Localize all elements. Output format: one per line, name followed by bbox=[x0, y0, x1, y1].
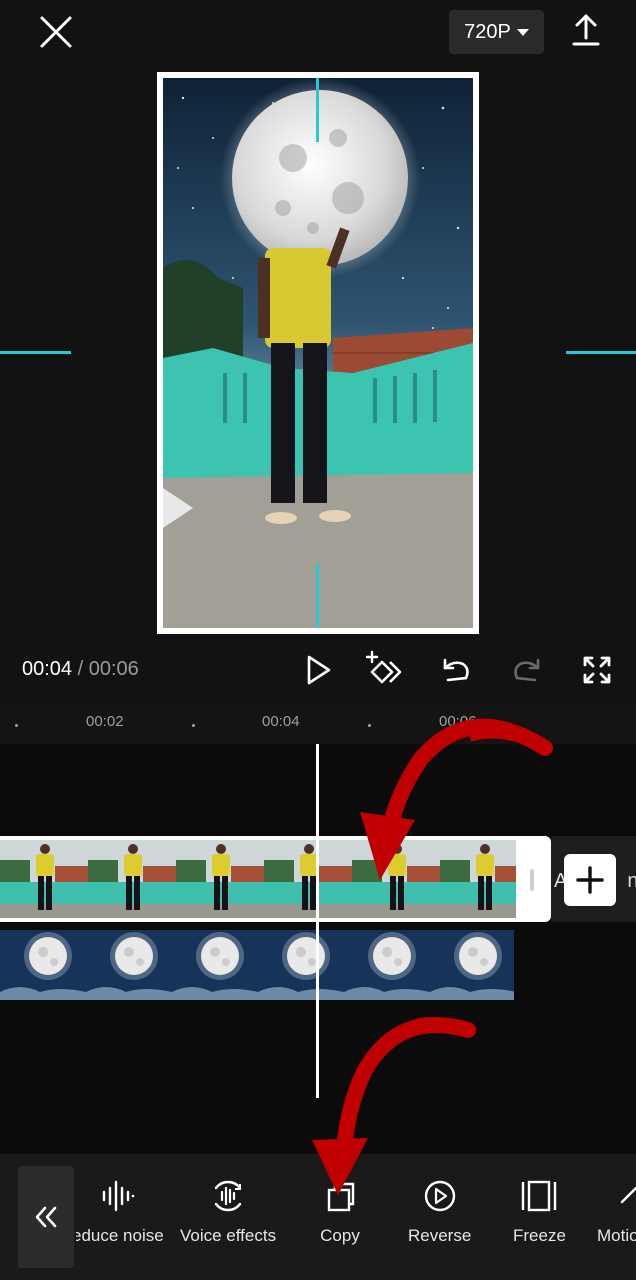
ruler-label: 00:04 bbox=[262, 713, 300, 730]
play-icon bbox=[307, 655, 331, 685]
tool-motion[interactable]: Motio bbox=[597, 1178, 636, 1246]
tool-label: educe noise bbox=[76, 1226, 164, 1245]
time-separator: / bbox=[72, 658, 89, 680]
preview-image bbox=[163, 78, 473, 628]
caret-down-icon bbox=[516, 28, 529, 36]
tool-reduce-noise[interactable]: educe noise bbox=[76, 1178, 164, 1246]
overlay-frame-thumbnail bbox=[0, 930, 86, 1000]
overlay-frame-thumbnail bbox=[172, 930, 258, 1000]
tool-label: Voice effects bbox=[180, 1226, 277, 1245]
overlay-clip-track[interactable] bbox=[0, 930, 514, 1000]
timecode: 00:04 / 00:06 bbox=[22, 658, 139, 681]
playhead[interactable] bbox=[316, 744, 319, 1098]
ruler-dot bbox=[368, 724, 371, 727]
double-chevron-left-icon bbox=[35, 1206, 57, 1228]
overlay-frame-thumbnail bbox=[430, 930, 514, 1000]
back-button[interactable] bbox=[18, 1166, 74, 1268]
overlay-frame-thumbnail bbox=[344, 930, 430, 1000]
overlay-frame-thumbnail bbox=[86, 930, 172, 1000]
tool-reverse[interactable]: Reverse bbox=[408, 1178, 471, 1246]
resolution-label: 720P bbox=[464, 20, 511, 43]
close-icon bbox=[40, 16, 72, 48]
reverse-icon bbox=[424, 1180, 455, 1212]
top-bar: 720P bbox=[0, 0, 636, 66]
tool-label: Freeze bbox=[513, 1226, 566, 1245]
video-frame-thumbnail bbox=[88, 840, 176, 918]
keyframe-add-icon bbox=[365, 650, 402, 684]
alignment-guide-left bbox=[0, 351, 71, 354]
alignment-guide-bottom bbox=[316, 563, 319, 627]
tool-freeze[interactable]: Freeze bbox=[513, 1178, 566, 1246]
video-frame-thumbnail bbox=[0, 840, 88, 918]
resolution-dropdown[interactable]: 720P bbox=[449, 10, 544, 54]
undo-icon bbox=[443, 658, 469, 682]
fullscreen-icon bbox=[583, 656, 611, 684]
ruler-dot bbox=[192, 724, 195, 727]
upload-icon bbox=[572, 14, 600, 46]
clip-trim-handle[interactable] bbox=[530, 869, 534, 891]
voice-effects-icon bbox=[214, 1180, 242, 1212]
toolbar-scroller[interactable]: educe noise Voice effects Copy Reverse F… bbox=[76, 1154, 636, 1280]
tool-label: Motio bbox=[597, 1226, 636, 1245]
add-clip-button[interactable] bbox=[564, 854, 616, 906]
ruler-label: 00:06 bbox=[439, 713, 477, 730]
video-frame-thumbnail bbox=[440, 840, 516, 918]
video-preview[interactable] bbox=[157, 72, 479, 634]
overlay-frame-thumbnail bbox=[258, 930, 344, 1000]
tool-label: Reverse bbox=[408, 1226, 472, 1245]
duration: 00:06 bbox=[88, 658, 139, 680]
main-video-track[interactable] bbox=[0, 836, 551, 922]
play-button[interactable] bbox=[298, 650, 338, 690]
reduce-noise-icon bbox=[102, 1180, 135, 1212]
tool-voice-effects[interactable]: Voice effects bbox=[180, 1178, 276, 1246]
timeline[interactable]: And bbox=[0, 744, 636, 1154]
ruler-label: 00:02 bbox=[86, 713, 124, 730]
video-frame-thumbnail bbox=[176, 840, 264, 918]
plus-icon bbox=[576, 866, 604, 894]
bottom-toolbar: educe noise Voice effects Copy Reverse F… bbox=[0, 1154, 636, 1280]
export-button[interactable] bbox=[566, 10, 606, 50]
time-ruler[interactable]: 00:02 00:04 00:06 bbox=[0, 704, 636, 744]
close-button[interactable] bbox=[36, 12, 76, 52]
ruler-dot bbox=[15, 724, 18, 727]
video-frame-thumbnail bbox=[264, 840, 352, 918]
copy-icon bbox=[327, 1182, 355, 1212]
alignment-guide-top bbox=[316, 78, 319, 142]
video-frame-thumbnail bbox=[352, 840, 440, 918]
redo-button[interactable] bbox=[507, 650, 547, 690]
redo-icon bbox=[514, 658, 540, 682]
undo-button[interactable] bbox=[436, 650, 476, 690]
freeze-icon bbox=[522, 1180, 557, 1212]
keyframe-button[interactable] bbox=[364, 650, 404, 690]
tool-copy[interactable]: Copy bbox=[320, 1178, 360, 1246]
current-time: 00:04 bbox=[22, 658, 73, 680]
fullscreen-button[interactable] bbox=[577, 650, 617, 690]
video-clip-frames[interactable] bbox=[0, 840, 516, 918]
alignment-guide-right bbox=[566, 351, 636, 354]
tool-label: Copy bbox=[320, 1226, 360, 1245]
motion-icon bbox=[620, 1186, 636, 1204]
